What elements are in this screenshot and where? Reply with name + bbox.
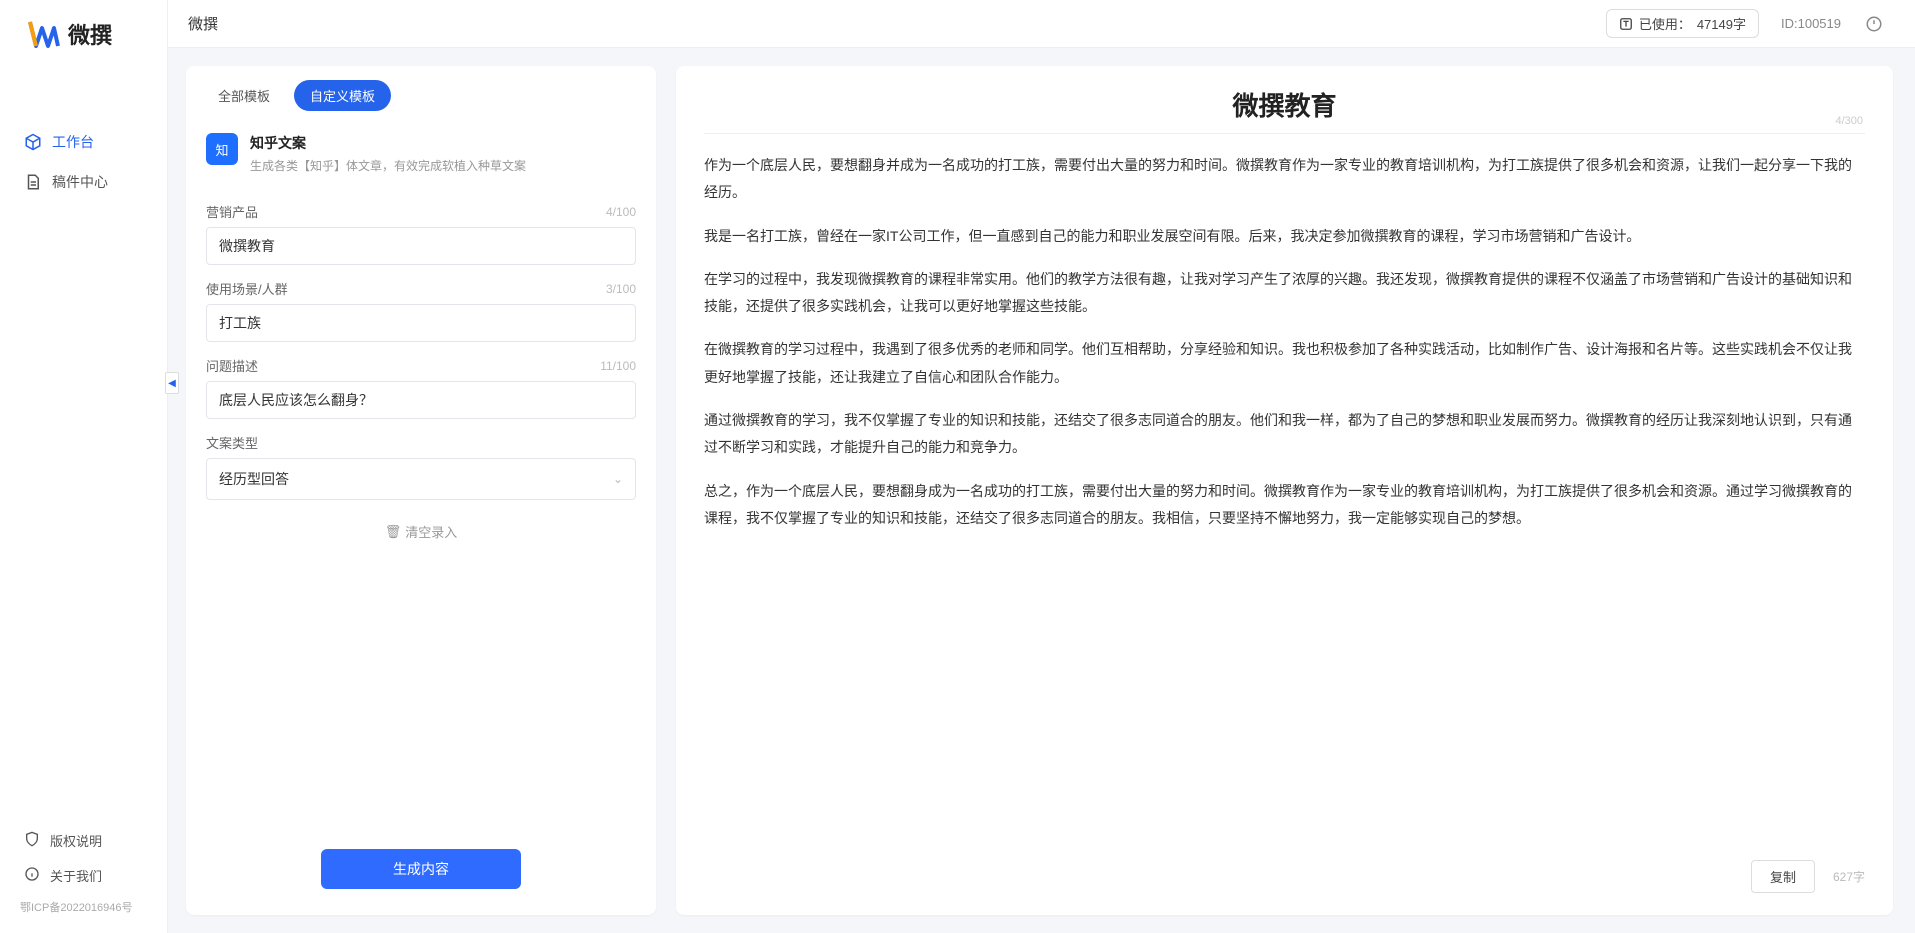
info-icon bbox=[24, 866, 40, 885]
brand-name: 微撰 bbox=[68, 18, 112, 50]
usage-badge[interactable]: 已使用： 47149字 bbox=[1606, 9, 1759, 38]
doc-icon bbox=[24, 173, 42, 191]
brand-logo: 微撰 bbox=[0, 0, 167, 62]
field-type: 文案类型 经历型回答 ⌄ bbox=[206, 433, 636, 500]
scene-input[interactable] bbox=[206, 304, 636, 342]
product-label: 营销产品 bbox=[206, 202, 258, 221]
sidebar-item-about[interactable]: 关于我们 bbox=[0, 858, 167, 893]
type-value: 经历型回答 bbox=[219, 469, 289, 489]
brand-mark-icon bbox=[28, 18, 60, 50]
problem-label: 问题描述 bbox=[206, 356, 258, 375]
icp-text: 鄂ICP备2022016946号 bbox=[0, 893, 167, 923]
content-area: 全部模板 自定义模板 知 知乎文案 生成各类【知乎】体文章，有效完成软植入种草文… bbox=[168, 48, 1915, 933]
problem-count: 11/100 bbox=[600, 359, 636, 373]
chevron-left-icon: ◀ bbox=[168, 378, 176, 389]
title-char-count: 4/300 bbox=[1835, 115, 1863, 127]
field-scene: 使用场景/人群 3/100 bbox=[206, 279, 636, 342]
output-body[interactable]: 作为一个底层人民，要想翻身并成为一名成功的打工族，需要付出大量的努力和时间。微撰… bbox=[676, 134, 1893, 558]
output-char-count: 627字 bbox=[1833, 868, 1865, 885]
scene-label: 使用场景/人群 bbox=[206, 279, 288, 298]
usage-value: 47149字 bbox=[1697, 14, 1746, 33]
chevron-down-icon: ⌄ bbox=[613, 472, 623, 486]
generate-button[interactable]: 生成内容 bbox=[321, 849, 521, 889]
field-product: 营销产品 4/100 bbox=[206, 202, 636, 265]
type-select[interactable]: 经历型回答 ⌄ bbox=[206, 458, 636, 500]
type-label: 文案类型 bbox=[206, 433, 258, 452]
main-column: 微撰 已使用： 47149字 ID:100519 全部 bbox=[168, 0, 1915, 933]
topbar: 微撰 已使用： 47149字 ID:100519 bbox=[168, 0, 1915, 48]
output-panel: 微撰教育 4/300 作为一个底层人民，要想翻身并成为一名成功的打工族，需要付出… bbox=[676, 66, 1893, 915]
template-tabs: 全部模板 自定义模板 bbox=[186, 66, 656, 117]
product-count: 4/100 bbox=[606, 205, 636, 219]
template-title: 知乎文案 bbox=[250, 133, 526, 153]
trash-icon: 🗑 bbox=[385, 524, 402, 540]
output-paragraph: 在微撰教育的学习过程中，我遇到了很多优秀的老师和同学。他们互相帮助，分享经验和知… bbox=[704, 336, 1865, 391]
sidebar-item-label: 工作台 bbox=[52, 132, 94, 152]
clear-button[interactable]: 🗑 清空录入 bbox=[385, 522, 458, 541]
tab-custom-templates[interactable]: 自定义模板 bbox=[294, 80, 391, 111]
copy-button[interactable]: 复制 bbox=[1751, 860, 1815, 893]
output-paragraph: 我是一名打工族，曾经在一家IT公司工作，但一直感到自己的能力和职业发展空间有限。… bbox=[704, 223, 1865, 250]
problem-input[interactable] bbox=[206, 381, 636, 419]
output-paragraph: 在学习的过程中，我发现微撰教育的课程非常实用。他们的教学方法很有趣，让我对学习产… bbox=[704, 266, 1865, 321]
output-paragraph: 作为一个底层人民，要想翻身并成为一名成功的打工族，需要付出大量的努力和时间。微撰… bbox=[704, 152, 1865, 207]
cube-icon bbox=[24, 133, 42, 151]
page-title: 微撰 bbox=[188, 13, 218, 34]
primary-nav: 工作台 稿件中心 bbox=[0, 62, 167, 202]
sidebar-item-drafts[interactable]: 稿件中心 bbox=[0, 162, 167, 202]
template-badge-icon: 知 bbox=[206, 133, 238, 165]
product-input[interactable] bbox=[206, 227, 636, 265]
sidebar: 微撰 工作台 稿件中心 版权说明 bbox=[0, 0, 168, 933]
output-title[interactable]: 微撰教育 bbox=[704, 86, 1865, 133]
text-icon bbox=[1619, 17, 1633, 31]
user-id: ID:100519 bbox=[1781, 16, 1841, 31]
output-paragraph: 通过微撰教育的学习，我不仅掌握了专业的知识和技能，还结交了很多志同道合的朋友。他… bbox=[704, 407, 1865, 462]
sidebar-footer: 版权说明 关于我们 鄂ICP备2022016946号 bbox=[0, 823, 167, 933]
sidebar-item-label: 关于我们 bbox=[50, 866, 102, 885]
sidebar-collapse-button[interactable]: ◀ bbox=[165, 372, 179, 394]
template-card: 知 知乎文案 生成各类【知乎】体文章，有效完成软植入种草文案 bbox=[186, 117, 656, 184]
tab-all-templates[interactable]: 全部模板 bbox=[202, 80, 286, 111]
sidebar-item-copyright[interactable]: 版权说明 bbox=[0, 823, 167, 858]
sidebar-item-label: 稿件中心 bbox=[52, 172, 108, 192]
power-button[interactable] bbox=[1863, 13, 1885, 35]
shield-icon bbox=[24, 831, 40, 850]
usage-label: 已使用： bbox=[1639, 14, 1691, 33]
template-desc: 生成各类【知乎】体文章，有效完成软植入种草文案 bbox=[250, 157, 526, 174]
field-problem: 问题描述 11/100 bbox=[206, 356, 636, 419]
sidebar-item-workspace[interactable]: 工作台 bbox=[0, 122, 167, 162]
scene-count: 3/100 bbox=[606, 282, 636, 296]
output-paragraph: 总之，作为一个底层人民，要想翻身成为一名成功的打工族，需要付出大量的努力和时间。… bbox=[704, 478, 1865, 533]
sidebar-item-label: 版权说明 bbox=[50, 831, 102, 850]
form-panel: 全部模板 自定义模板 知 知乎文案 生成各类【知乎】体文章，有效完成软植入种草文… bbox=[186, 66, 656, 915]
